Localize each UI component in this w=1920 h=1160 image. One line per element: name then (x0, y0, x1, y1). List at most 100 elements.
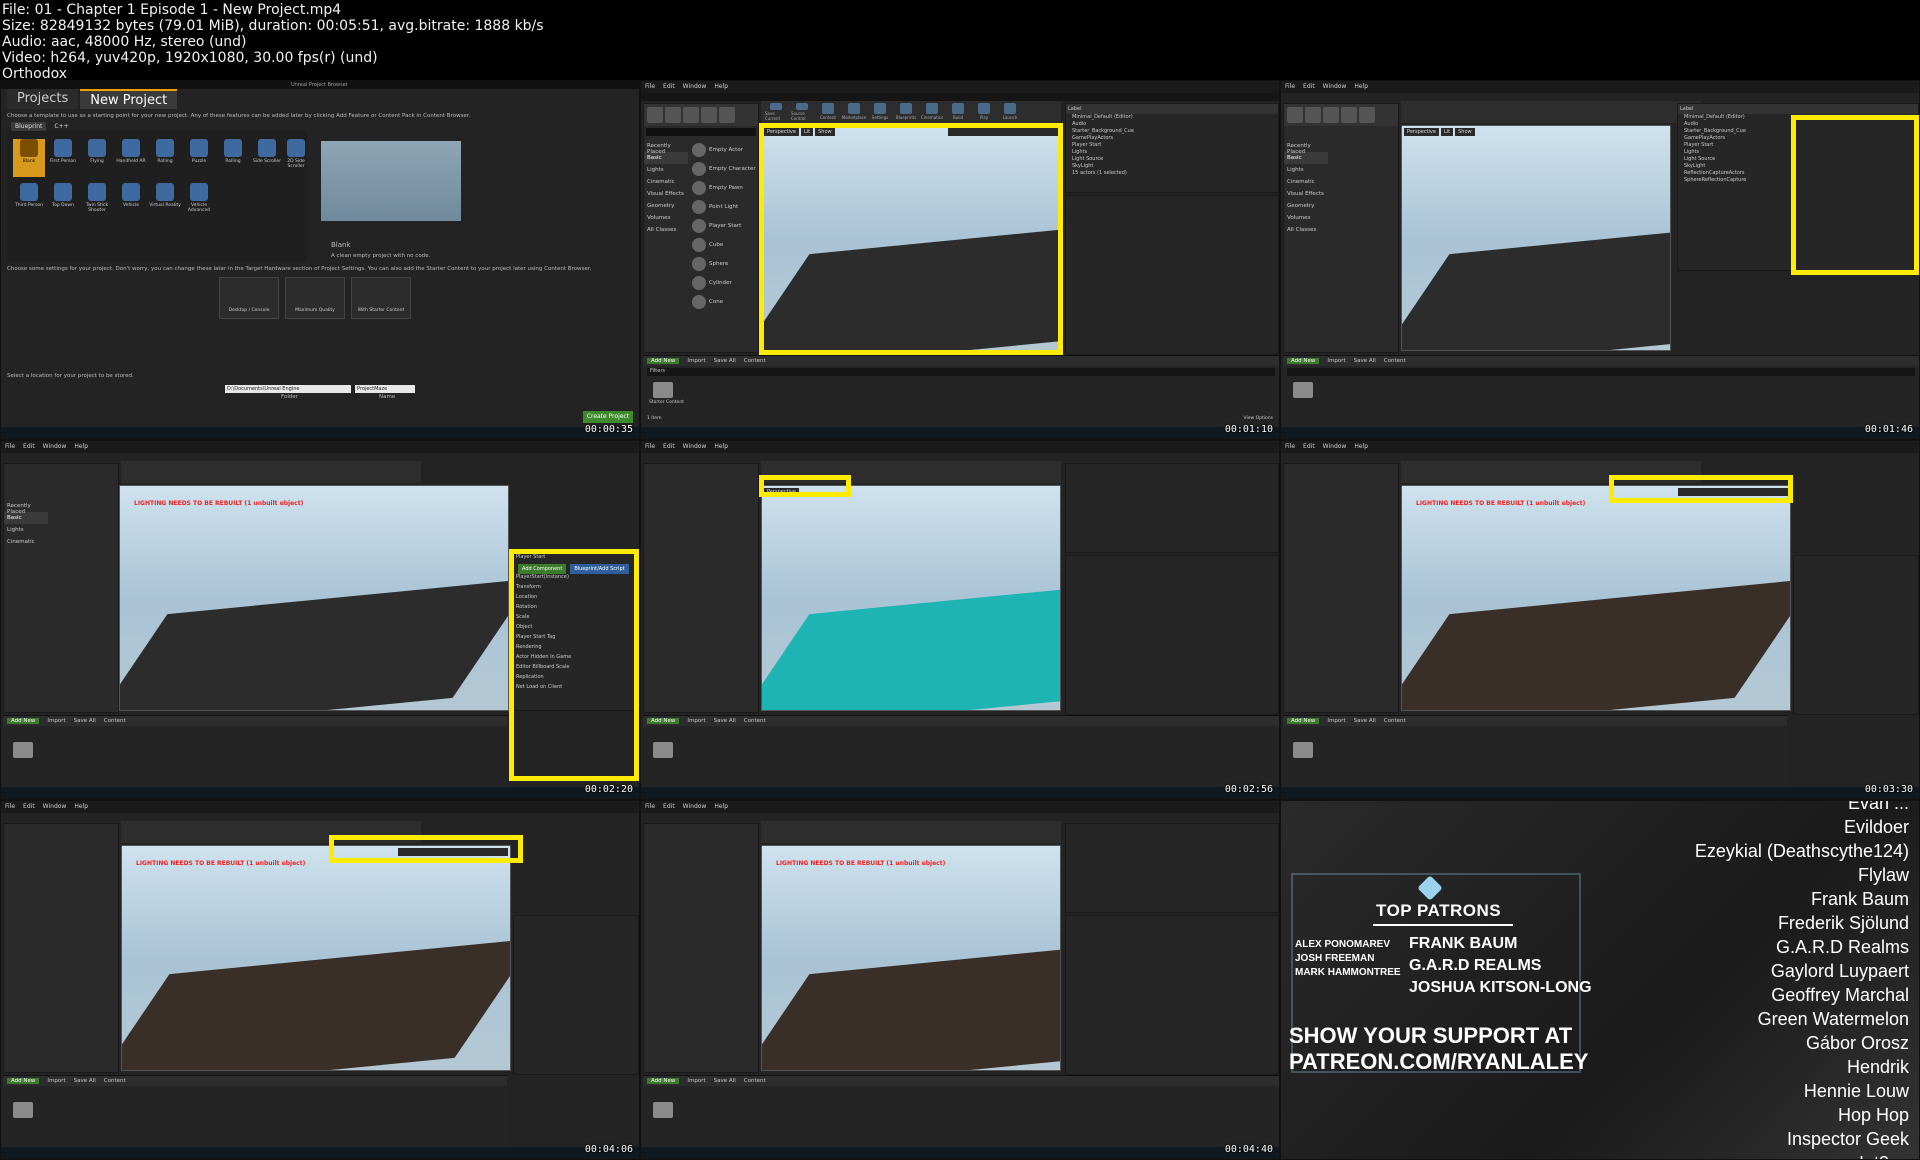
template-item[interactable]: Puzzle (183, 139, 215, 177)
import-button[interactable]: Import (47, 1078, 65, 1084)
category-item[interactable]: Visual Effects (644, 188, 688, 200)
menu-help[interactable]: Help (1354, 83, 1368, 90)
settings-button[interactable]: Settings (869, 103, 891, 121)
search-input[interactable] (646, 128, 756, 136)
menu-edit[interactable]: Edit (1303, 83, 1315, 90)
hardware-setting[interactable]: Desktop / Console (219, 277, 279, 319)
folder-icon[interactable] (653, 1102, 673, 1118)
outliner-row[interactable]: Starter_Background_Cue (1066, 128, 1278, 135)
category-item[interactable]: Geometry (1284, 200, 1328, 212)
template-item[interactable]: Blank (13, 139, 45, 177)
save-all-button[interactable]: Save All (714, 718, 736, 724)
template-item[interactable]: Twin Stick Shooter (81, 183, 113, 221)
place-mode-icon[interactable] (647, 107, 663, 123)
geometry-mode-icon[interactable] (719, 107, 735, 123)
save-all-button[interactable]: Save All (74, 718, 96, 724)
template-item[interactable]: Flying (81, 139, 113, 177)
folder-input[interactable]: D:\Documents\Unreal Engine (225, 385, 351, 393)
add-new-button[interactable]: Add New (647, 718, 680, 724)
folder-icon[interactable] (1293, 382, 1313, 398)
marketplace-button[interactable]: Marketplace (842, 103, 866, 121)
menu-file[interactable]: File (5, 443, 15, 450)
add-new-button[interactable]: Add New (7, 1078, 40, 1084)
content-path[interactable]: Content (744, 1078, 766, 1084)
blueprints-button[interactable]: Blueprints (895, 103, 917, 121)
menu-window[interactable]: Window (683, 443, 707, 450)
template-item[interactable]: Side Scroller (251, 139, 283, 177)
add-new-button[interactable]: Add New (1287, 358, 1320, 364)
menu-edit[interactable]: Edit (23, 803, 35, 810)
menu-window[interactable]: Window (1323, 83, 1347, 90)
menu-window[interactable]: Window (43, 443, 67, 450)
menu-edit[interactable]: Edit (1303, 443, 1315, 450)
outliner-row[interactable]: Player Start (1066, 142, 1278, 149)
tab-cpp[interactable]: C++ (50, 122, 72, 131)
paint-mode-icon[interactable] (665, 107, 681, 123)
tab-new-project[interactable]: New Project (80, 89, 178, 109)
content-path[interactable]: Content (1384, 718, 1406, 724)
import-button[interactable]: Import (687, 1078, 705, 1084)
outliner-row[interactable]: Light Source (1066, 156, 1278, 163)
quality-setting[interactable]: Maximum Quality (285, 277, 345, 319)
play-button[interactable]: Play (973, 103, 995, 121)
place-item[interactable]: Sphere (690, 254, 758, 273)
save-all-button[interactable]: Save All (714, 1078, 736, 1084)
template-item[interactable]: Rolling (149, 139, 181, 177)
place-item[interactable]: Point Light (690, 197, 758, 216)
menu-help[interactable]: Help (1354, 443, 1368, 450)
category-item[interactable]: Volumes (1284, 212, 1328, 224)
level-viewport[interactable]: LIGHTING NEEDS TO BE REBUILT (1 unbuilt … (1401, 485, 1791, 711)
place-item[interactable]: Player Start (690, 216, 758, 235)
geometry-mode-icon[interactable] (1359, 107, 1375, 123)
landscape-mode-icon[interactable] (1323, 107, 1339, 123)
menu-window[interactable]: Window (683, 803, 707, 810)
menu-edit[interactable]: Edit (663, 803, 675, 810)
add-new-button[interactable]: Add New (1287, 718, 1320, 724)
add-new-button[interactable]: Add New (647, 1078, 680, 1084)
add-new-button[interactable]: Add New (7, 718, 40, 724)
category-item[interactable]: Lights (4, 524, 48, 536)
content-path[interactable]: Content (104, 718, 126, 724)
save-button[interactable]: Save Current (765, 103, 787, 121)
menu-help[interactable]: Help (74, 443, 88, 450)
folder-icon[interactable] (13, 742, 33, 758)
save-all-button[interactable]: Save All (1354, 358, 1376, 364)
menu-file[interactable]: File (1285, 443, 1295, 450)
folder-icon[interactable] (653, 742, 673, 758)
template-item[interactable]: 2D Side Scroller (285, 139, 307, 177)
template-item[interactable]: Top Down (47, 183, 79, 221)
category-item[interactable]: Cinematic (1284, 176, 1328, 188)
add-new-button[interactable]: Add New (647, 358, 680, 364)
menu-help[interactable]: Help (714, 83, 728, 90)
content-path[interactable]: Content (104, 1078, 126, 1084)
menu-edit[interactable]: Edit (663, 83, 675, 90)
level-viewport[interactable]: Perspective Lit Show (1401, 125, 1671, 351)
template-item[interactable]: Virtual Reality (149, 183, 181, 221)
menu-edit[interactable]: Edit (23, 443, 35, 450)
outliner-row[interactable]: Audio (1066, 121, 1278, 128)
outliner-row[interactable]: Lights (1066, 149, 1278, 156)
menu-window[interactable]: Window (1323, 443, 1347, 450)
category-item[interactable]: All Classes (1284, 224, 1328, 236)
menu-file[interactable]: File (5, 803, 15, 810)
template-item[interactable]: Vehicle Advanced (183, 183, 215, 221)
level-viewport[interactable]: LIGHTING NEEDS TO BE REBUILT (1 unbuilt … (761, 845, 1061, 1071)
save-all-button[interactable]: Save All (714, 358, 736, 364)
category-item[interactable]: Recently Placed (644, 140, 688, 155)
place-item[interactable]: Cone (690, 292, 758, 311)
template-item[interactable]: Handheld AR (115, 139, 147, 177)
tab-projects[interactable]: Projects (7, 89, 79, 109)
save-all-button[interactable]: Save All (1354, 718, 1376, 724)
place-item[interactable]: Empty Character (690, 159, 758, 178)
category-item[interactable]: All Classes (644, 224, 688, 236)
menu-file[interactable]: File (645, 83, 655, 90)
foliage-mode-icon[interactable] (701, 107, 717, 123)
category-item[interactable]: Cinematic (4, 536, 48, 548)
folder-icon[interactable] (13, 1102, 33, 1118)
import-button[interactable]: Import (1327, 718, 1345, 724)
import-button[interactable]: Import (1327, 358, 1345, 364)
menu-file[interactable]: File (1285, 83, 1295, 90)
name-input[interactable]: ProjectMaze (355, 385, 415, 393)
level-viewport[interactable]: LIGHTING NEEDS TO BE REBUILT (1 unbuilt … (121, 845, 511, 1071)
menu-file[interactable]: File (645, 803, 655, 810)
